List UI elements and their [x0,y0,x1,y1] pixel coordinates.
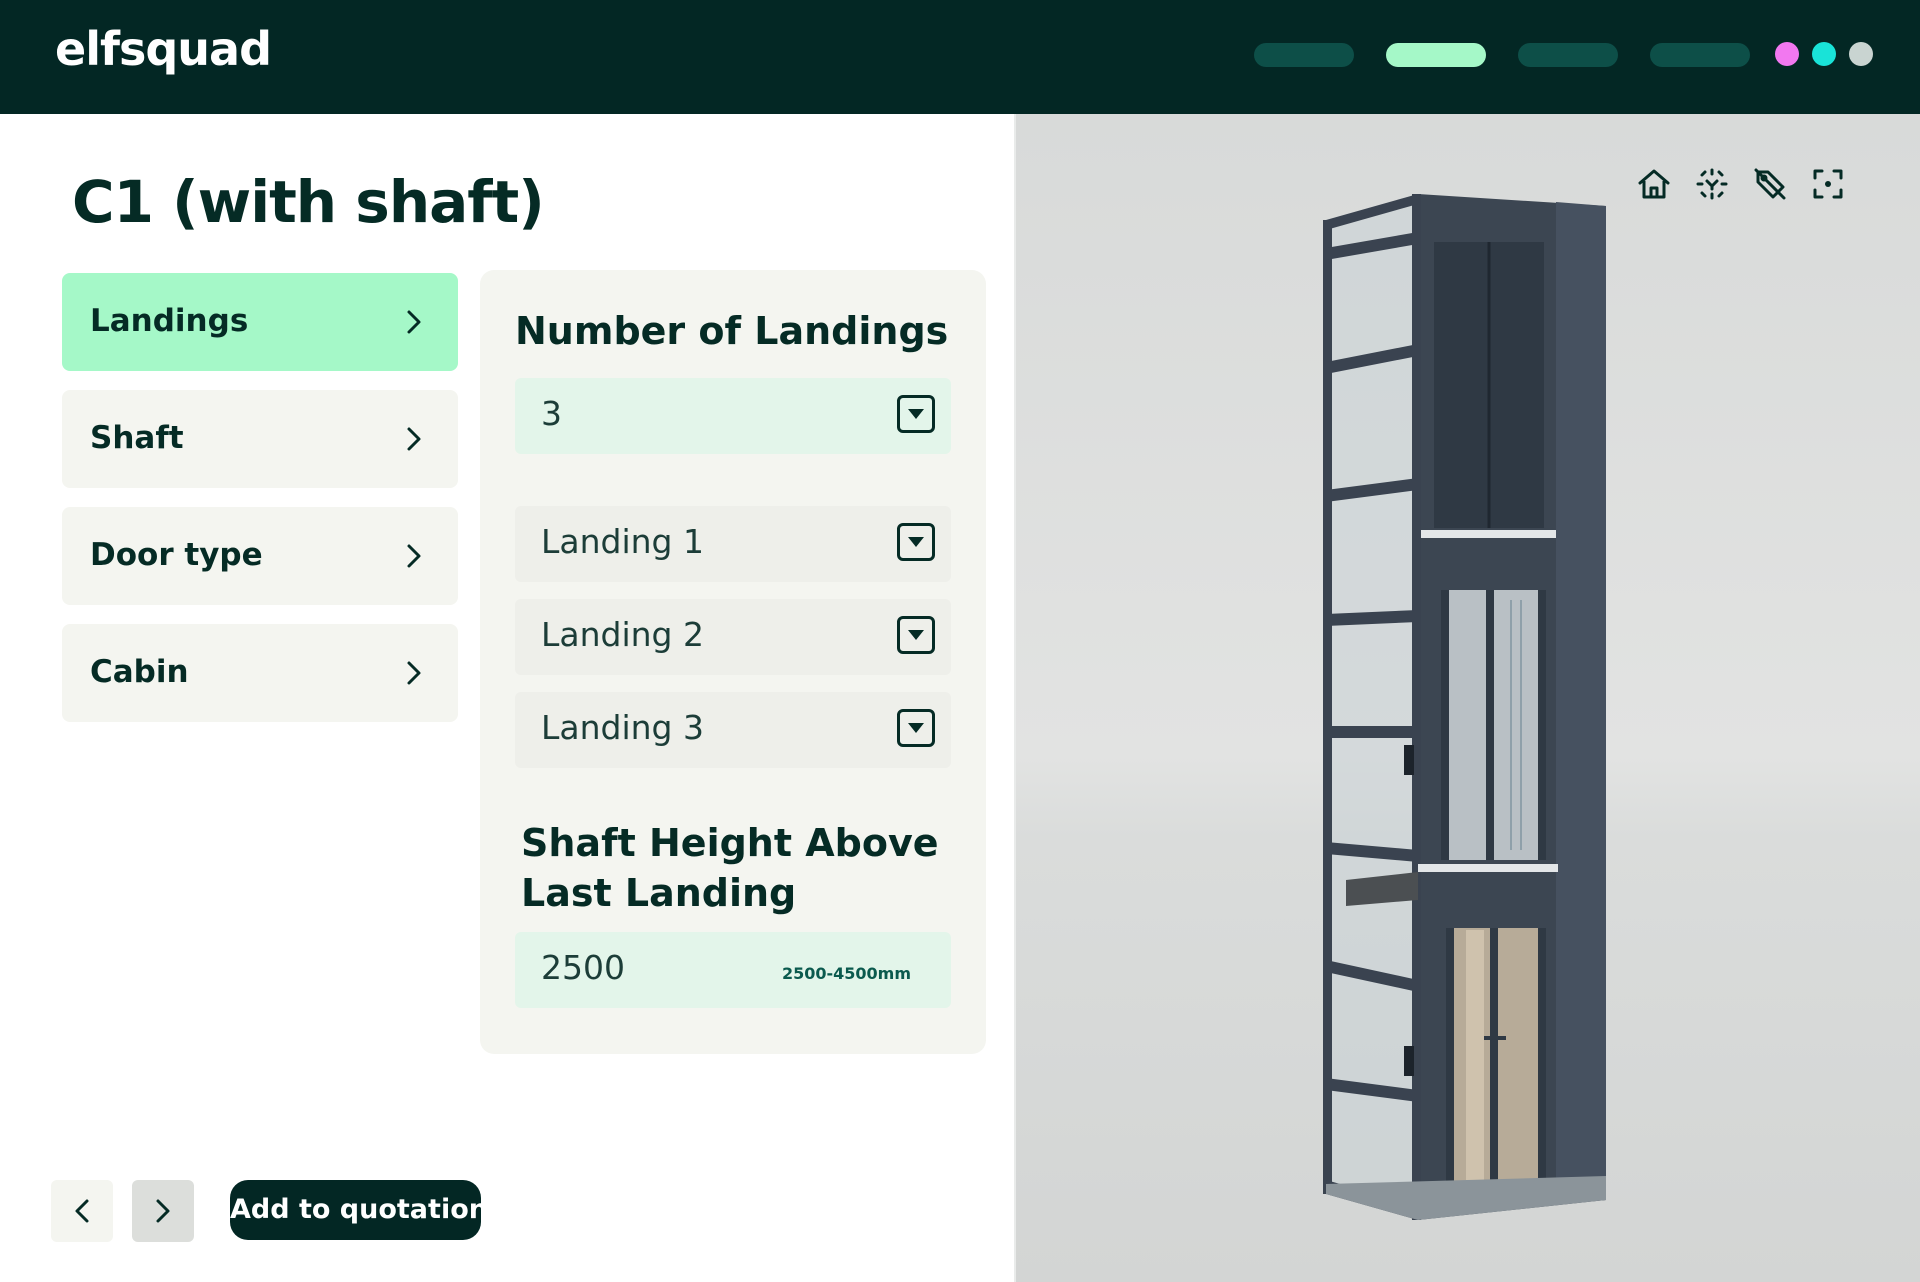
app-window: elfsquad C1 (with shaft) Landings Shaft … [0,0,1920,1282]
status-dot-pink [1775,42,1799,66]
shaft-height-value: 2500 [541,948,625,987]
product-3d-viewer[interactable] [1014,114,1920,1282]
shaft-title-line-2: Last Landing [521,871,797,915]
step-indicator-1[interactable] [1254,43,1354,67]
sidebar-item-label: Shaft [90,420,184,456]
add-to-quotation-button[interactable]: Add to quotation [230,1180,488,1240]
sidebar-item-label: Landings [90,303,249,339]
chevron-left-icon [75,1199,89,1223]
chevron-right-icon [407,427,421,451]
dropdown-arrow-icon [897,709,935,747]
shaft-height-input[interactable]: 2500 2500-4500mm [515,932,951,1008]
landing-3-label: Landing 3 [541,708,704,747]
page-title: C1 (with shaft) [72,168,545,236]
chevron-right-icon [156,1199,170,1223]
brand-logo: elfsquad [55,22,272,76]
elevator-3d-model [1323,194,1606,1220]
next-button[interactable] [132,1180,194,1242]
sidebar-item-label: Door type [90,537,263,573]
landing-1-select[interactable]: Landing 1 [515,506,951,582]
shaft-height-range-hint: 2500-4500mm [781,964,911,983]
focus-icon[interactable] [1692,164,1732,204]
landing-2-select[interactable]: Landing 2 [515,599,951,675]
options-card: Number of Landings 3 Landing 1 Landing 2… [480,270,986,1054]
step-indicator-2[interactable] [1386,43,1486,67]
sidebar-item-landings[interactable]: Landings [62,273,458,371]
hide-labels-icon[interactable] [1750,164,1790,204]
step-indicator-3[interactable] [1518,43,1618,67]
shaft-height-section-title: Shaft Height Above Last Landing [521,818,939,918]
landings-section-title: Number of Landings [515,309,949,353]
sidebar-item-label: Cabin [90,654,189,690]
landings-count-select[interactable]: 3 [515,378,951,454]
shaft-title-line-1: Shaft Height Above [521,821,939,865]
landing-1-label: Landing 1 [541,522,704,561]
dropdown-arrow-icon [897,523,935,561]
sidebar-item-cabin[interactable]: Cabin [62,624,458,722]
dropdown-arrow-icon [897,616,935,654]
fullscreen-icon[interactable] [1808,164,1848,204]
previous-button[interactable] [51,1180,113,1242]
dropdown-arrow-icon [897,395,935,433]
home-icon[interactable] [1634,164,1674,204]
chevron-right-icon [407,661,421,685]
top-bar: elfsquad [0,0,1920,114]
landing-3-select[interactable]: Landing 3 [515,692,951,768]
sidebar-item-shaft[interactable]: Shaft [62,390,458,488]
chevron-right-icon [407,310,421,334]
landings-count-value: 3 [541,394,562,433]
status-dot-grey [1849,42,1873,66]
chevron-right-icon [407,544,421,568]
landing-2-label: Landing 2 [541,615,704,654]
step-indicator-4[interactable] [1650,43,1750,67]
sidebar-item-door-type[interactable]: Door type [62,507,458,605]
status-dot-cyan [1812,42,1836,66]
